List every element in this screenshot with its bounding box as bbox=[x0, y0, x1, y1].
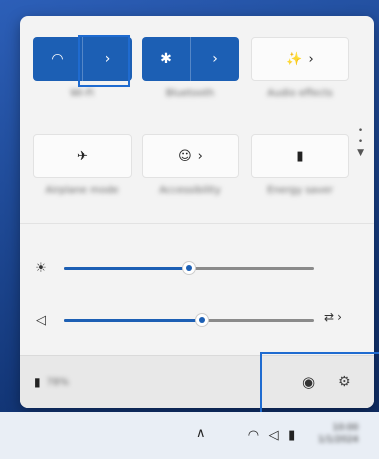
clock-time: 10:00 bbox=[332, 423, 359, 433]
bluetooth-tile[interactable]: ✱ › bbox=[142, 37, 239, 81]
bluetooth-toggle[interactable]: ✱ bbox=[142, 37, 191, 81]
page-dots: • • bbox=[357, 126, 364, 147]
clock[interactable]: 10:00 1/1/2024 bbox=[318, 422, 358, 446]
chevron-right-icon: › bbox=[337, 310, 342, 324]
taskbar: ∧ ◠ ◁ ▮ 10:00 1/1/2024 bbox=[0, 412, 379, 459]
battery-icon: ▮ bbox=[288, 427, 296, 443]
volume-slider[interactable] bbox=[64, 313, 314, 327]
clock-date: 1/1/2024 bbox=[318, 435, 359, 445]
page-scroll-indicator[interactable]: • • ▼ bbox=[357, 126, 364, 159]
audio-effects-label: Audio effects bbox=[267, 88, 333, 99]
wifi-icon: ◠ bbox=[247, 427, 260, 443]
quick-settings-panel: ◠ › Wi-Fi ✱ › Bluetooth ✨ › Audio effect… bbox=[20, 16, 374, 408]
airplane-icon: ✈ bbox=[77, 148, 88, 164]
airplane-tile[interactable]: ✈ bbox=[33, 134, 132, 178]
battery-percentage: 78% bbox=[46, 376, 69, 388]
volume-fill bbox=[64, 319, 202, 322]
audio-output-icon: ⇄ bbox=[324, 310, 335, 324]
airplane-toggle[interactable]: ✈ bbox=[34, 135, 131, 177]
energy-saver-toggle[interactable]: ▮ bbox=[252, 135, 348, 177]
brightness-slider[interactable] bbox=[64, 261, 314, 275]
accessibility-button[interactable]: ☺ › bbox=[143, 135, 238, 177]
accessibility-label: Accessibility bbox=[159, 185, 221, 196]
bluetooth-label: Bluetooth bbox=[165, 88, 215, 99]
show-hidden-icons-chevron-icon[interactable]: ∧ bbox=[196, 426, 206, 441]
system-tray-status[interactable]: ◠ ◁ ▮ bbox=[243, 420, 300, 450]
scroll-down-icon: ▼ bbox=[357, 148, 364, 158]
settings-gear-icon[interactable]: ⚙ bbox=[338, 374, 351, 390]
divider bbox=[20, 223, 374, 224]
wifi-tile[interactable]: ◠ › bbox=[33, 37, 132, 81]
wifi-toggle[interactable]: ◠ bbox=[33, 37, 83, 81]
energy-saver-label: Energy saver bbox=[267, 185, 333, 196]
brightness-icon: ☀ bbox=[35, 260, 47, 276]
energy-saver-tile[interactable]: ▮ bbox=[251, 134, 349, 178]
chevron-right-icon: › bbox=[308, 51, 314, 67]
sparkle-window-icon: ✨ bbox=[286, 51, 303, 67]
chevron-right-icon: › bbox=[212, 51, 218, 67]
edit-quick-settings-icon[interactable]: ◉ bbox=[302, 373, 315, 391]
bluetooth-icon: ✱ bbox=[160, 51, 172, 67]
accessibility-icon: ☺ bbox=[178, 148, 192, 164]
volume-thumb[interactable] bbox=[195, 313, 209, 327]
battery-icon[interactable]: ▮ bbox=[34, 375, 41, 389]
airplane-label: Airplane mode bbox=[45, 185, 119, 196]
audio-effects-tile[interactable]: ✨ › bbox=[251, 37, 349, 81]
callout-line-horizontal bbox=[260, 352, 379, 354]
accessibility-tile[interactable]: ☺ › bbox=[142, 134, 239, 178]
wifi-icon: ◠ bbox=[51, 51, 64, 67]
battery-leaf-icon: ▮ bbox=[296, 148, 304, 164]
volume-icon[interactable]: ◁ bbox=[30, 313, 52, 328]
chevron-right-icon: › bbox=[104, 51, 111, 67]
audio-effects-button[interactable]: ✨ › bbox=[252, 38, 348, 80]
wifi-label: Wi-Fi bbox=[70, 88, 94, 99]
brightness-fill bbox=[64, 267, 189, 270]
bluetooth-expand-button[interactable]: › bbox=[191, 37, 239, 81]
wifi-expand-button[interactable]: › bbox=[83, 37, 132, 81]
callout-line-vertical bbox=[260, 352, 262, 418]
audio-output-button[interactable]: ⇄ › bbox=[324, 310, 342, 324]
volume-icon: ◁ bbox=[268, 427, 279, 443]
quick-settings-footer: ▮ 78% ◉ ⚙ bbox=[20, 355, 374, 408]
brightness-thumb[interactable] bbox=[182, 261, 196, 275]
chevron-right-icon: › bbox=[197, 148, 203, 164]
